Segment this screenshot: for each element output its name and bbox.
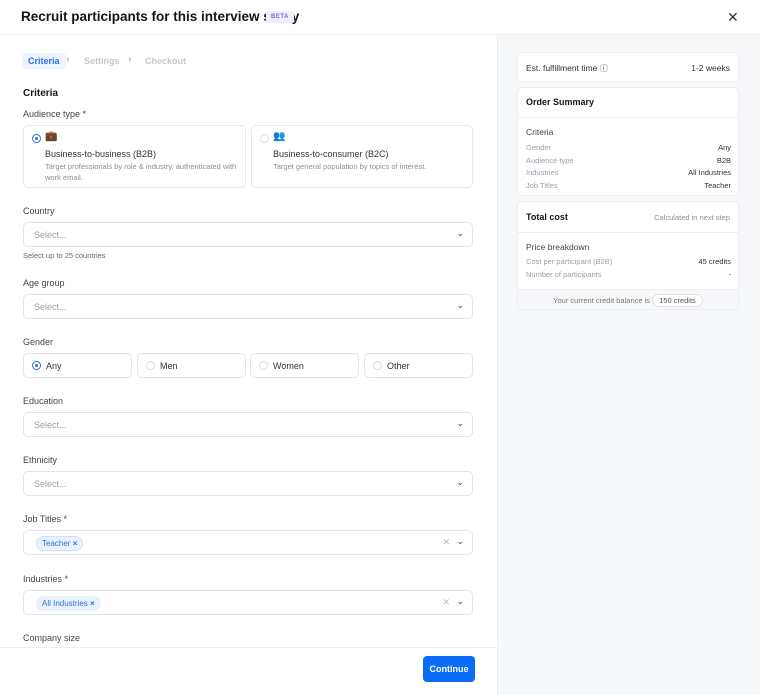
audience-label: Audience type *	[23, 109, 86, 119]
gender-men[interactable]: Men	[137, 353, 246, 378]
option-title: Business-to-consumer (B2C)	[273, 149, 389, 159]
fulfillment-value: 1-2 weeks	[691, 63, 730, 73]
country-label: Country	[23, 206, 55, 216]
fulfillment-card: Est. fulfillment time ⓘ 1-2 weeks	[517, 52, 739, 82]
info-icon[interactable]: ⓘ	[600, 64, 608, 73]
remove-icon[interactable]: ×	[90, 599, 95, 608]
gender-label: Gender	[23, 337, 53, 347]
total-cost-title: Total cost	[526, 212, 568, 222]
placeholder: Select...	[34, 230, 67, 240]
close-icon[interactable]: ✕	[727, 9, 739, 26]
option-desc: Target general population by topics of i…	[273, 162, 468, 171]
row-value: 45 credits	[698, 256, 731, 269]
chevron-down-icon: ⌄	[456, 477, 464, 488]
radio[interactable]	[32, 361, 41, 370]
country-help: Select up to 25 countries	[23, 251, 106, 260]
row-key: Number of participants	[526, 269, 601, 282]
job-title-chip[interactable]: Teacher ×	[36, 536, 83, 551]
audience-b2b-option[interactable]: 💼 Business-to-business (B2B) Target prof…	[23, 125, 246, 188]
remove-icon[interactable]: ×	[73, 539, 78, 548]
chevron-down-icon: ⌄	[456, 300, 464, 311]
chevron-down-icon[interactable]: ⌄	[456, 536, 464, 547]
summary-rows: Gender Any Audience type B2B Industries All…	[526, 142, 731, 193]
age-select[interactable]: Select... ⌄	[23, 294, 473, 319]
placeholder: Select...	[34, 302, 67, 312]
chevron-right-icon: ›	[128, 54, 131, 65]
radio[interactable]	[259, 361, 268, 370]
gender-any[interactable]: Any	[23, 353, 132, 378]
chevron-down-icon: ⌄	[456, 418, 464, 429]
job-titles-select[interactable]: Teacher × ✕ ⌄	[23, 530, 473, 555]
order-summary-title: Order Summary	[526, 97, 594, 107]
row-key: Gender	[526, 142, 551, 155]
row-key: Audience type	[526, 155, 574, 168]
row-key: Job Titles	[526, 180, 558, 193]
option-label: Other	[387, 361, 410, 371]
option-label: Men	[160, 361, 178, 371]
placeholder: Select...	[34, 479, 67, 489]
industries-label: Industries *	[23, 574, 68, 584]
gender-women[interactable]: Women	[250, 353, 359, 378]
option-label: Women	[273, 361, 304, 371]
total-cost-note: Calculated in next step	[654, 213, 730, 222]
total-cost-card: Total cost Calculated in next step Price…	[517, 201, 739, 310]
radio-b2c[interactable]	[260, 134, 269, 143]
option-title: Business-to-business (B2B)	[45, 149, 156, 159]
step-checkout[interactable]: Checkout	[145, 53, 186, 69]
summary-section: Criteria	[526, 127, 553, 137]
row-value: Teacher	[704, 180, 731, 193]
order-summary-card: Order Summary Criteria Gender Any Audienc…	[517, 87, 739, 196]
row-value: All Industries	[688, 167, 731, 180]
balance-badge: 150 credits	[652, 294, 703, 307]
age-label: Age group	[23, 278, 65, 288]
education-label: Education	[23, 396, 63, 406]
chevron-down-icon: ⌄	[456, 228, 464, 239]
industry-chip[interactable]: All Industries ×	[36, 596, 101, 611]
chevron-right-icon: ›	[66, 54, 69, 65]
step-settings[interactable]: Settings	[84, 53, 120, 69]
dialog-title: Recruit participants for this interview …	[21, 9, 299, 24]
continue-button[interactable]: Continue	[423, 656, 475, 682]
row-key: Industries	[526, 167, 559, 180]
education-select[interactable]: Select... ⌄	[23, 412, 473, 437]
company-size-label: Company size	[23, 633, 80, 643]
clear-icon[interactable]: ✕	[442, 597, 450, 608]
option-desc: Target professionals by role & industry,…	[45, 162, 240, 183]
balance-label: Your current credit balance is	[553, 296, 650, 305]
chip-label: All Industries	[42, 599, 88, 608]
row-value: B2B	[717, 155, 731, 168]
row-key: Cost per participant (B2B)	[526, 256, 612, 269]
chevron-down-icon[interactable]: ⌄	[456, 596, 464, 607]
beta-badge: BETA	[266, 11, 294, 23]
industries-select[interactable]: All Industries × ✕ ⌄	[23, 590, 473, 615]
chip-label: Teacher	[42, 539, 70, 548]
radio-b2b[interactable]	[32, 134, 41, 143]
option-label: Any	[46, 361, 62, 371]
price-breakdown-title: Price breakdown	[526, 242, 589, 252]
clear-icon[interactable]: ✕	[442, 537, 450, 548]
fulfillment-label: Est. fulfillment time	[526, 63, 597, 73]
ethnicity-label: Ethnicity	[23, 455, 57, 465]
placeholder: Select...	[34, 420, 67, 430]
row-value: Any	[718, 142, 731, 155]
audience-b2c-option[interactable]: 👥 Business-to-consumer (B2C) Target gene…	[251, 125, 473, 188]
ethnicity-select[interactable]: Select... ⌄	[23, 471, 473, 496]
job-titles-label: Job Titles *	[23, 514, 67, 524]
credit-balance: Your current credit balance is 150 credi…	[518, 289, 738, 310]
radio[interactable]	[373, 361, 382, 370]
users-icon: 👥	[273, 131, 285, 142]
briefcase-icon: 💼	[45, 131, 57, 142]
radio[interactable]	[146, 361, 155, 370]
section-title: Criteria	[23, 88, 58, 99]
country-select[interactable]: Select... ⌄	[23, 222, 473, 247]
gender-other[interactable]: Other	[364, 353, 473, 378]
step-criteria[interactable]: Criteria	[22, 53, 66, 69]
price-rows: Cost per participant (B2B) 45 credits Num…	[526, 256, 731, 281]
row-value: -	[729, 269, 732, 282]
